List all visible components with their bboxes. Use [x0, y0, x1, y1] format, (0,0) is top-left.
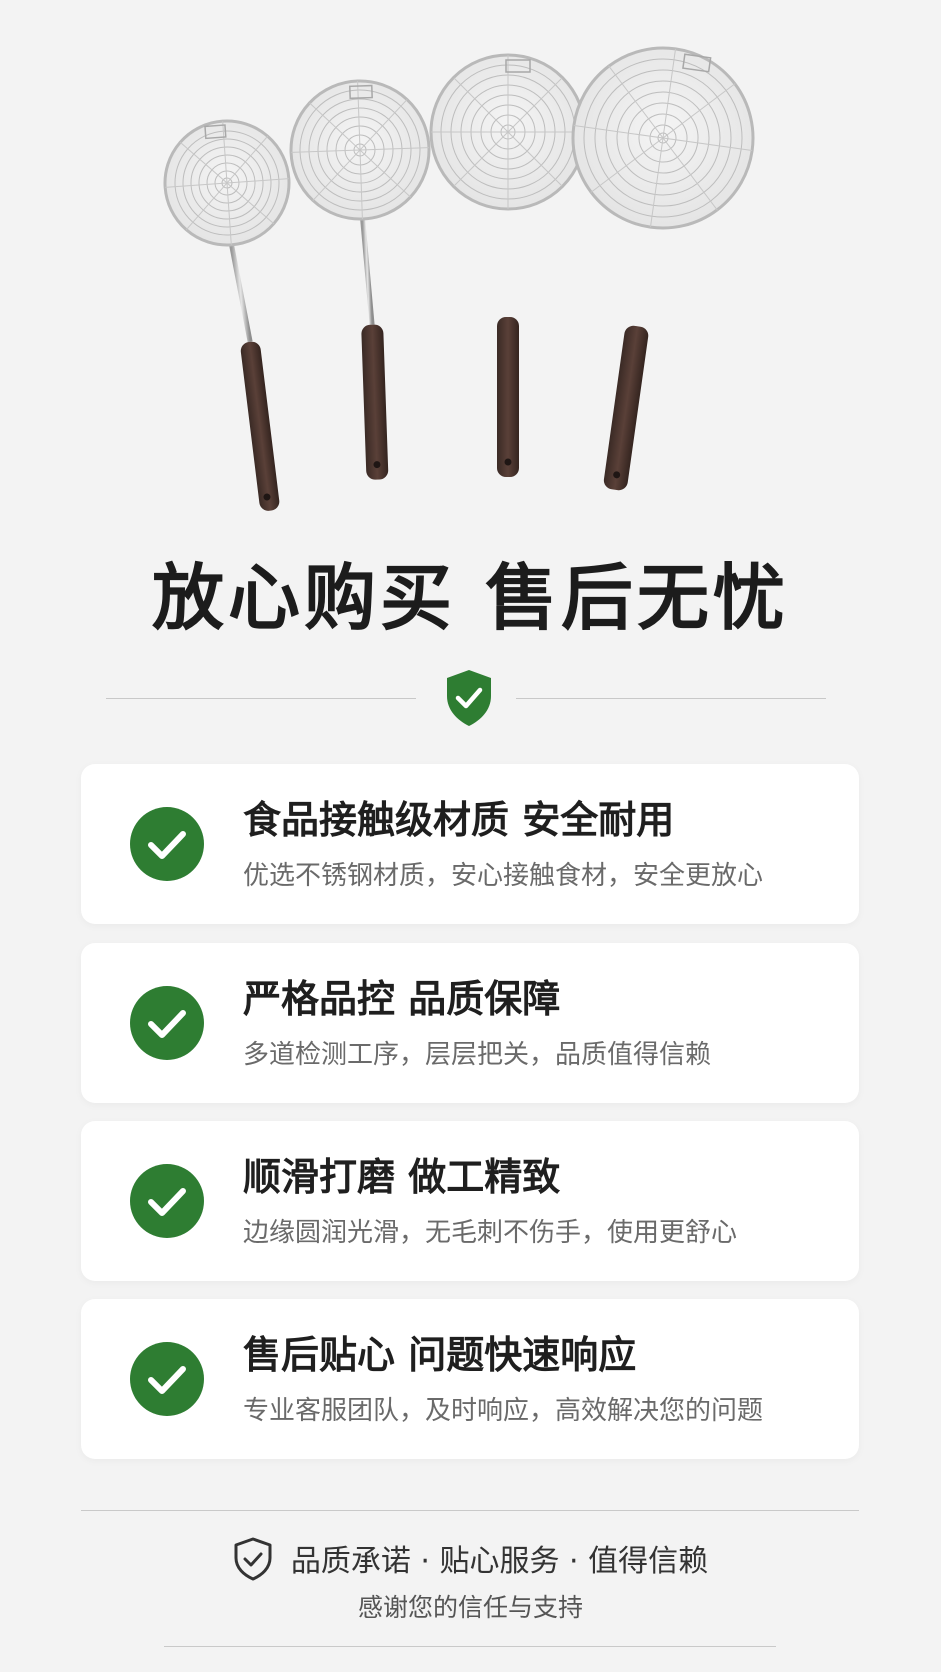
feature-title: 严格品控 品质保障: [243, 977, 561, 1021]
feature-description: 优选不锈钢材质，安心接触食材，安全更放心: [243, 861, 764, 891]
feature-card: 食品接触级材质 安全耐用 优选不锈钢材质，安心接触食材，安全更放心: [81, 764, 859, 924]
feature-title: 顺滑打磨 做工精致: [243, 1155, 561, 1199]
footer-divider-top: [81, 1510, 859, 1511]
feature-description: 多道检测工序，层层把关，品质值得信赖: [243, 1040, 712, 1070]
check-circle-icon: [130, 1342, 204, 1416]
skimmer-large: [429, 53, 587, 477]
footer-tagline: 品质承诺 · 贴心服务 · 值得信赖: [290, 1544, 709, 1579]
footer-subline: 感谢您的信任与支持: [357, 1593, 583, 1622]
feature-card: 严格品控 品质保障 多道检测工序，层层把关，品质值得信赖: [81, 943, 859, 1103]
title-divider: [106, 668, 826, 728]
check-circle-icon: [130, 807, 204, 881]
feature-description: 专业客服团队，及时响应，高效解决您的问题: [243, 1396, 764, 1426]
divider-line-left: [106, 698, 416, 699]
check-circle-icon: [130, 986, 204, 1060]
divider-line-right: [516, 698, 826, 699]
feature-description: 边缘圆润光滑，无毛刺不伤手，使用更舒心: [243, 1218, 738, 1248]
page-title: 放心购买 售后无忧: [151, 556, 790, 640]
skimmer-small: [163, 119, 291, 511]
feature-title: 售后贴心 问题快速响应: [243, 1333, 637, 1377]
feature-title: 食品接触级材质 安全耐用: [243, 798, 675, 842]
shield-check-icon: [447, 670, 491, 726]
feature-card: 顺滑打磨 做工精致 边缘圆润光滑，无毛刺不伤手，使用更舒心: [81, 1121, 859, 1281]
check-circle-icon: [130, 1164, 204, 1238]
feature-card: 售后贴心 问题快速响应 专业客服团队，及时响应，高效解决您的问题: [81, 1299, 859, 1459]
product-image-skimmers: [163, 46, 755, 511]
shield-outline-icon: [234, 1537, 272, 1580]
footer-divider-bottom: [164, 1646, 776, 1647]
footer-tagline-row: 品质承诺 · 贴心服务 · 值得信赖: [0, 1536, 941, 1588]
skimmer-medium: [289, 79, 431, 480]
